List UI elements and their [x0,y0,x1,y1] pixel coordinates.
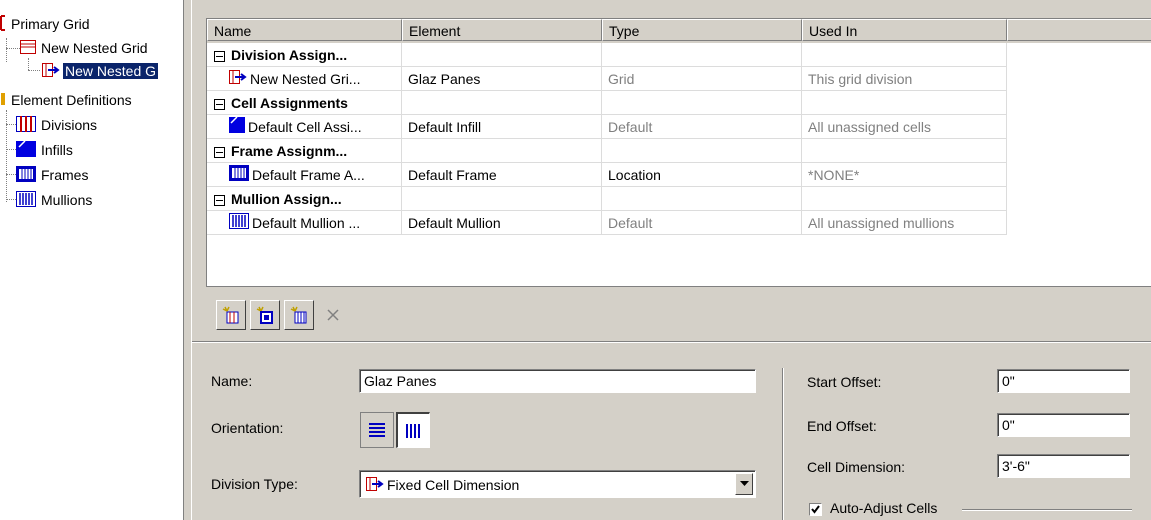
definitions-bracket-icon [0,91,6,112]
divisions-icon [16,115,36,137]
tree-line [6,199,16,200]
tree-item-mullions[interactable]: Mullions [16,190,94,210]
mullion-icon [229,212,249,234]
tree-item-new-nested-grid[interactable]: New Nested Grid [20,38,150,58]
division-arrow-icon [42,62,60,83]
tree-line [6,38,7,62]
tree-line [6,174,16,175]
assignments-toolbar [206,292,1151,338]
new-division-icon [222,306,239,324]
checkmark-icon [811,505,820,514]
collapse-icon[interactable] [214,146,225,158]
tree-line [28,58,29,70]
mullions-icon [16,190,36,212]
group-line [962,509,1132,511]
collapse-icon[interactable] [214,98,225,110]
tree-item-element-definitions[interactable]: Element Definitions [0,90,134,110]
start-offset-input[interactable]: 0" [997,369,1130,393]
division-arrow-icon [229,68,247,90]
column-header-element[interactable]: Element [402,19,602,41]
orientation-horizontal-button[interactable] [360,412,394,448]
auto-adjust-checkbox[interactable] [809,503,822,516]
delete-icon [327,309,339,321]
column-header-name[interactable]: Name [207,19,402,41]
new-division-assignment-button[interactable] [216,300,246,330]
tree-line [6,149,16,150]
start-offset-label: Start Offset: [807,374,882,390]
tree-panel[interactable]: Primary Grid New Nested Grid New Nested … [0,0,184,520]
name-label: Name: [211,373,253,389]
end-offset-input[interactable]: 0" [997,413,1130,437]
properties-panel: Name Element Type Used In Division Assig… [191,0,1151,520]
end-offset-label: End Offset: [807,418,877,434]
cell-dimension-label: Cell Dimension: [807,459,906,475]
tree-item-new-nested-division[interactable]: New Nested G [42,61,159,83]
vertical-lines-icon [405,423,420,438]
divider [192,341,1151,343]
infill-icon [229,116,245,138]
horizontal-lines-icon [369,423,385,437]
name-input[interactable]: Glaz Panes [359,369,756,393]
tree-item-primary-grid[interactable]: Primary Grid [0,14,92,34]
chevron-down-icon [739,481,749,486]
infills-icon [16,140,36,162]
vertical-divider [782,368,784,520]
grid-header: Name Element Type Used In [207,19,1151,43]
tree-line [6,48,20,49]
division-type-select[interactable]: Fixed Cell Dimension [359,470,756,498]
new-frame-icon [290,306,307,324]
auto-adjust-label: Auto-Adjust Cells [830,500,938,516]
orientation-label: Orientation: [211,420,284,436]
frame-icon [229,164,249,186]
dropdown-button[interactable] [735,473,753,495]
assignments-grid[interactable]: Name Element Type Used In Division Assig… [206,18,1151,287]
frames-icon [16,165,36,187]
delete-assignment-button[interactable] [318,300,348,330]
collapse-icon[interactable] [214,50,225,62]
tree-item-frames[interactable]: Frames [16,165,90,185]
orientation-vertical-button[interactable] [396,412,430,448]
tree-item-infills[interactable]: Infills [16,140,75,160]
new-cell-assignment-button[interactable] [250,300,280,330]
division-type-label: Division Type: [211,476,298,492]
column-header-empty [1007,19,1151,41]
grid-bracket-icon [0,14,6,36]
new-cell-icon [256,306,273,324]
tree-item-divisions[interactable]: Divisions [16,115,99,135]
column-header-type[interactable]: Type [602,19,802,41]
cell-dimension-input[interactable]: 3'-6" [997,454,1130,478]
tree-line [28,70,40,71]
tree-line [6,124,16,125]
new-frame-assignment-button[interactable] [284,300,314,330]
column-header-used-in[interactable]: Used In [802,19,1007,41]
nested-grid-icon [20,39,36,60]
fixed-cell-icon [366,476,384,497]
collapse-icon[interactable] [214,194,225,206]
